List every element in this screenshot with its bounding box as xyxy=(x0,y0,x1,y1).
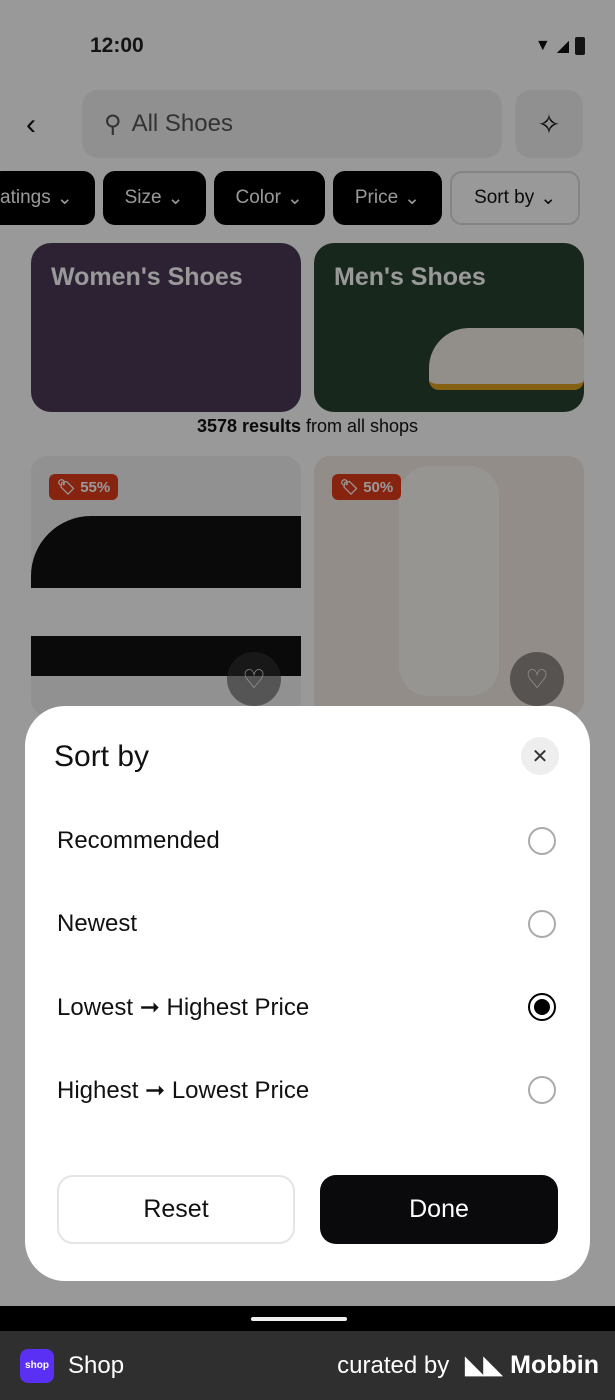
option-label: Lowest ➞ Highest Price xyxy=(57,993,310,1021)
sort-by-sheet: Sort by ✕ Recommended Newest Lowest ➞ Hi… xyxy=(25,706,590,1281)
option-label: Recommended xyxy=(57,827,220,854)
curated-by: curated by xyxy=(337,1351,450,1379)
radio-button[interactable] xyxy=(528,827,556,855)
sort-option-newest[interactable]: Newest xyxy=(57,894,556,954)
mobbin-logo-icon: ◣◣ xyxy=(465,1352,503,1379)
done-button[interactable]: Done xyxy=(320,1175,558,1244)
radio-button-selected[interactable] xyxy=(528,993,556,1021)
shop-logo: shop xyxy=(20,1348,54,1383)
brand-name: Mobbin xyxy=(510,1351,599,1379)
option-label: Newest xyxy=(57,910,138,937)
app-name: Shop xyxy=(68,1351,125,1379)
close-button[interactable]: ✕ xyxy=(521,737,559,775)
reset-button[interactable]: Reset xyxy=(57,1175,295,1244)
sort-option-recommended[interactable]: Recommended xyxy=(57,811,556,871)
option-label: Highest ➞ Lowest Price xyxy=(57,1076,310,1104)
sheet-title: Sort by xyxy=(54,740,150,773)
radio-button[interactable] xyxy=(528,910,556,938)
sort-option-high-to-low[interactable]: Highest ➞ Lowest Price xyxy=(57,1060,556,1120)
home-indicator[interactable] xyxy=(251,1317,347,1321)
radio-button[interactable] xyxy=(528,1076,556,1104)
close-icon: ✕ xyxy=(531,745,549,768)
footer-bar: shop Shop curated by ◣◣ Mobbin xyxy=(0,1331,615,1400)
sort-option-low-to-high[interactable]: Lowest ➞ Highest Price xyxy=(57,977,556,1037)
